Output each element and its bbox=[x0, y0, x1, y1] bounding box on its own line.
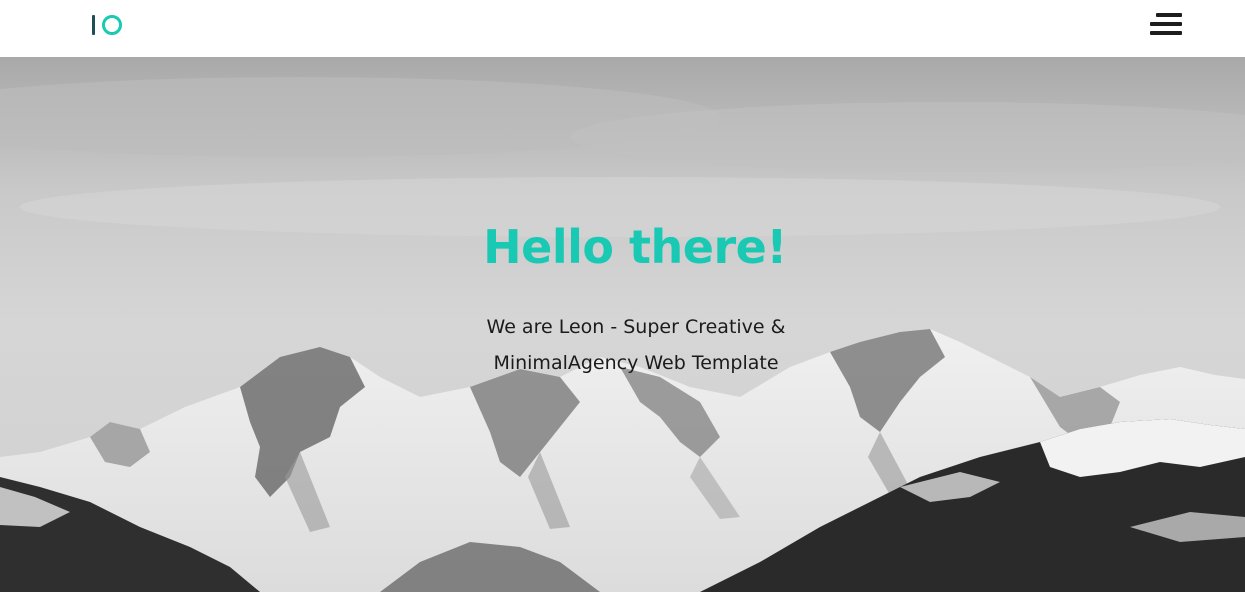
logo-ring bbox=[102, 15, 122, 35]
io-logo-icon[interactable] bbox=[92, 13, 122, 37]
logo-bar bbox=[92, 15, 95, 35]
hero-subtitle: We are Leon - Super Creative & MinimalAg… bbox=[486, 316, 786, 374]
hero-section: Hello there! We are Leon - Super Creativ… bbox=[0, 57, 1245, 592]
hamburger-menu-icon[interactable] bbox=[1148, 12, 1184, 36]
hero-title: Hello there! bbox=[483, 220, 787, 274]
menu-line bbox=[1150, 31, 1182, 35]
hero-content: Hello there! We are Leon - Super Creativ… bbox=[0, 57, 1245, 592]
menu-line bbox=[1150, 22, 1182, 26]
menu-line bbox=[1156, 13, 1182, 17]
top-navbar bbox=[0, 0, 1245, 57]
